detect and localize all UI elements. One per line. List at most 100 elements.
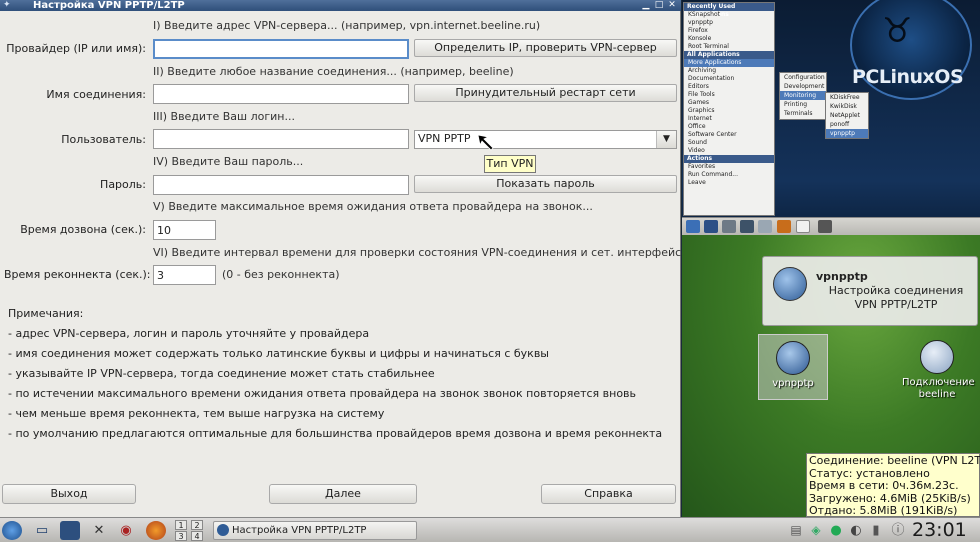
note-item: - имя соединения может содержать только …	[8, 347, 549, 360]
menu-header-actions: Actions	[684, 155, 774, 163]
menu-item[interactable]: Root Terminal	[684, 43, 774, 51]
note-item: - по умолчанию предлагаются оптимальные …	[8, 427, 663, 440]
menu-item[interactable]: Firefox	[684, 27, 774, 35]
dial-time-input[interactable]	[153, 220, 216, 240]
window-menu-icon[interactable]: ✦	[3, 0, 17, 11]
menu-item[interactable]: ponoff	[826, 120, 868, 129]
vpnpptp-icon	[773, 267, 807, 301]
menu-item[interactable]: Development	[780, 82, 826, 91]
menu-item[interactable]: NetApplet	[826, 111, 868, 120]
dial-time-label: Время дозвона (сек.):	[20, 223, 146, 236]
menu-item[interactable]: Sound	[684, 139, 774, 147]
reconnect-note: (0 - без реконнекта)	[222, 268, 340, 281]
notification-popup[interactable]: vpnpptp Настройка соединения VPN PPTP/L2…	[762, 256, 978, 326]
user-label: Пользователь:	[61, 133, 146, 146]
menu-item[interactable]: Configuration	[780, 73, 826, 82]
password-label: Пароль:	[100, 178, 146, 191]
menu-item[interactable]: KSnapshot	[684, 11, 774, 19]
menu-item[interactable]: Internet	[684, 115, 774, 123]
desktop-icon-connect-beeline[interactable]: Подключение beeline	[902, 334, 975, 400]
pager-desktop-4[interactable]: 4	[191, 531, 203, 541]
pager-desktop-1[interactable]: 1	[175, 520, 187, 530]
update-icon[interactable]: ●	[826, 521, 846, 540]
menu-item[interactable]: Editors	[684, 83, 774, 91]
app-icon	[740, 220, 754, 233]
menu-item[interactable]: Games	[684, 99, 774, 107]
menu-item[interactable]: Terminals	[780, 109, 826, 118]
menu-item[interactable]: Monitoring	[780, 91, 826, 100]
app-icon	[818, 220, 832, 233]
menu-item[interactable]: Konsole	[684, 35, 774, 43]
note-item: - указывайте IP VPN-сервера, тогда соеди…	[8, 367, 435, 380]
hint-connection: II) Введите любое название соединения...…	[153, 65, 514, 78]
next-button[interactable]: Далее	[269, 484, 417, 504]
note-item: - по истечении максимального времени ожи…	[8, 387, 637, 400]
settings-icon[interactable]: ✕	[89, 521, 109, 540]
close-icon[interactable]: ✕	[666, 0, 678, 11]
bull-logo-icon: ♉	[882, 11, 913, 51]
show-password-button[interactable]: Показать пароль	[414, 175, 677, 193]
provider-input[interactable]	[153, 39, 409, 59]
exit-button[interactable]: Выход	[2, 484, 136, 504]
status-line: Время в сети: 0ч.36м.23с.	[809, 479, 959, 492]
user-input[interactable]	[153, 129, 409, 149]
desktop-icon-vpnpptp[interactable]: vpnpptp	[758, 334, 828, 400]
menu-item[interactable]: Software Center	[684, 131, 774, 139]
dropdown-arrow-icon[interactable]: ▼	[656, 131, 676, 148]
pager-desktop-2[interactable]: 2	[191, 520, 203, 530]
restart-network-button[interactable]: Принудительный рестарт сети	[414, 84, 677, 102]
menu-item[interactable]: File Tools	[684, 91, 774, 99]
network-icon[interactable]: ◈	[806, 521, 826, 540]
window-titlebar[interactable]: ✦ Настройка VPN PPTP/L2TP ▁ □ ✕	[0, 0, 681, 11]
connection-name-input[interactable]	[153, 84, 409, 104]
menu-item[interactable]: KwikDisk	[826, 102, 868, 111]
provider-label: Провайдер (IP или имя):	[6, 42, 146, 55]
volume-icon[interactable]: ◐	[846, 521, 866, 540]
desktop-icon[interactable]: ▭	[32, 521, 52, 540]
menu-header-all: All Applications	[684, 51, 774, 59]
help-button[interactable]: Справка	[541, 484, 676, 504]
menu-header-recent: Recently Used Applications	[684, 3, 774, 18]
menu-item[interactable]: Leave	[684, 179, 774, 187]
connection-status-tooltip: Соединение: beeline (VPN L2TP) Статус: у…	[806, 453, 980, 517]
menu-item[interactable]: Documentation	[684, 75, 774, 83]
start-menu-icon[interactable]	[2, 521, 22, 540]
window-title: Настройка VPN PPTP/L2TP	[33, 0, 185, 11]
hint-reconnect: VI) Введите интервал времени для проверк…	[153, 246, 699, 259]
clock[interactable]: 23:01	[912, 519, 967, 541]
app-icon	[796, 220, 810, 233]
notification-title: vpnpptp	[816, 270, 868, 283]
note-item: - адрес VPN-сервера, логин и пароль уточ…	[8, 327, 370, 340]
menu-item[interactable]: Video	[684, 147, 774, 155]
terminal-icon[interactable]	[60, 521, 80, 540]
info-icon[interactable]: ⓘ	[888, 521, 908, 540]
menu-item[interactable]: More Applications	[684, 59, 774, 67]
firefox-icon[interactable]	[146, 521, 166, 540]
detect-ip-button[interactable]: Определить IP, проверить VPN-сервер	[414, 39, 677, 57]
battery-icon[interactable]: ▮	[866, 521, 886, 540]
notes-heading: Примечания:	[8, 307, 84, 320]
vpn-type-select[interactable]: VPN PPTP ▼	[414, 130, 677, 149]
pager-desktop-3[interactable]: 3	[175, 531, 187, 541]
menu-item[interactable]: Favorites	[684, 163, 774, 171]
reconnect-time-input[interactable]	[153, 265, 216, 285]
vpnpptp-icon	[217, 524, 229, 536]
taskbar-window-item[interactable]: Настройка VPN PPTP/L2TP	[213, 521, 417, 540]
menu-item[interactable]: Archiving	[684, 67, 774, 75]
vpn-settings-window: ✦ Настройка VPN PPTP/L2TP ▁ □ ✕ I) Введи…	[0, 0, 698, 517]
menu-item[interactable]: KDiskFree	[826, 93, 868, 102]
vpnpptp-icon	[776, 341, 810, 375]
clipboard-icon[interactable]: ▤	[786, 521, 806, 540]
menu-item[interactable]: vpnpptp	[826, 129, 868, 138]
status-line: Отдано: 5.8MiB (191KiB/s)	[809, 504, 958, 517]
maximize-icon[interactable]: □	[653, 0, 665, 11]
password-input[interactable]	[153, 175, 409, 195]
menu-item[interactable]: Printing	[780, 100, 826, 109]
menu-item[interactable]: vpnpptp	[684, 19, 774, 27]
menu-item[interactable]: Office	[684, 123, 774, 131]
menu-item[interactable]: Run Command...	[684, 171, 774, 179]
menu-item[interactable]: Graphics	[684, 107, 774, 115]
vpn-type-tooltip: Тип VPN	[484, 155, 536, 173]
control-center-icon[interactable]: ◉	[116, 521, 136, 540]
minimize-icon[interactable]: ▁	[640, 0, 652, 11]
